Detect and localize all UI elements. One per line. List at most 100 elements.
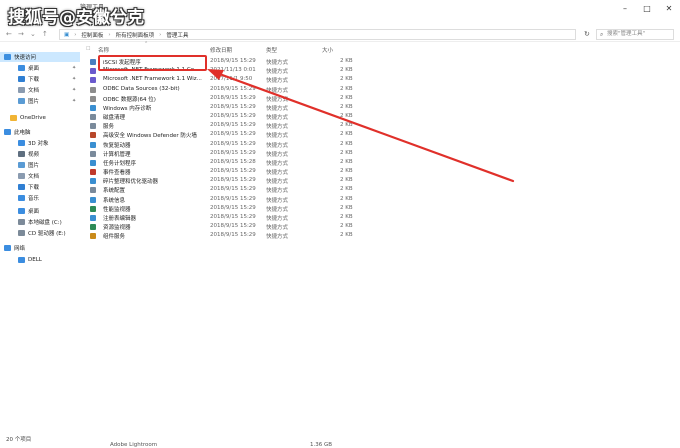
sidebar-item[interactable]: 音乐 [0, 193, 39, 203]
sidebar-item[interactable]: 图片 ✦ [0, 96, 76, 106]
back-arrow-icon[interactable]: ← [6, 30, 12, 38]
table-row[interactable]: Microsoft .NET Framework 1.1 Wiz... 2017/… [84, 76, 354, 84]
table-row[interactable]: 事件查看器 2018/9/15 15:29 快捷方式 2 KB [84, 168, 354, 176]
sidebar-item[interactable]: 文档 [0, 171, 39, 181]
sidebar-item[interactable]: DELL [0, 255, 42, 265]
file-name: 高级安全 Windows Defender 防火墙 [103, 133, 197, 140]
file-size: 2 KB [340, 168, 353, 175]
minimize-button[interactable]: – [614, 0, 636, 16]
sidebar-item[interactable]: 视频 [0, 149, 39, 159]
sidebar-item[interactable]: OneDrive [0, 113, 46, 123]
file-date: 2018/9/15 15:29 [210, 94, 256, 101]
table-row[interactable]: 高级安全 Windows Defender 防火墙 2018/9/15 15:29… [84, 131, 354, 139]
file-date: 2018/9/15 15:29 [210, 186, 256, 193]
file-size: 2 KB [340, 103, 353, 110]
sidebar-item[interactable]: 快速访问 [0, 52, 80, 62]
sidebar-item[interactable]: 文档 ✦ [0, 85, 76, 95]
file-type: 快捷方式 [266, 78, 289, 85]
file-size: 2 KB [340, 177, 353, 184]
pin-icon[interactable]: ✦ [72, 76, 76, 82]
shortcut-icon [90, 214, 96, 221]
table-row[interactable]: 性能监视器 2018/9/15 15:29 快捷方式 2 KB [84, 205, 354, 213]
file-type: 快捷方式 [266, 142, 289, 149]
recent-chevron-icon[interactable]: ⌄ [30, 30, 36, 38]
close-button[interactable]: ✕ [658, 0, 680, 16]
table-row[interactable]: 注册表编辑器 2018/9/15 15:29 快捷方式 2 KB [84, 214, 354, 222]
search-icon: ⌕ [600, 31, 604, 38]
sidebar-item[interactable]: 桌面 ✦ [0, 63, 76, 73]
sidebar-item-label: 桌面 [28, 209, 40, 215]
table-row[interactable]: 恢复驱动器 2018/9/15 15:29 快捷方式 2 KB [84, 141, 354, 149]
pin-icon[interactable]: ✦ [72, 98, 76, 104]
file-date: 2018/9/15 15:28 [210, 158, 256, 165]
table-row[interactable]: 组件服务 2018/9/15 15:29 快捷方式 2 KB [84, 232, 354, 240]
file-size: 2 KB [340, 186, 353, 193]
breadcrumb[interactable]: ▣ › 控制面板 › 所有控制面板项 › 管理工具 [59, 29, 576, 40]
file-date: 2018/9/15 15:29 [210, 85, 256, 92]
sidebar-item[interactable]: 下载 ✦ [0, 74, 76, 84]
file-name: 系统配置 [103, 188, 126, 195]
file-size: 2 KB [340, 94, 353, 101]
pin-icon[interactable]: ✦ [72, 65, 76, 71]
sidebar-item-label: 视频 [28, 152, 40, 158]
sidebar-item[interactable]: 网络 [0, 243, 25, 253]
file-size: 2 KB [340, 213, 353, 220]
table-row[interactable]: ODBC Data Sources (32-bit) 2018/9/15 15:2… [84, 86, 354, 94]
window-controls: – □ ✕ [614, 0, 680, 16]
sidebar-item-label: 下载 [28, 185, 40, 191]
table-row[interactable]: Windows 内存诊断 2018/9/15 15:29 快捷方式 2 KB [84, 104, 354, 112]
download-icon [18, 76, 25, 82]
table-row[interactable]: 任务计划程序 2018/9/15 15:28 快捷方式 2 KB [84, 159, 354, 167]
sidebar-item[interactable]: 3D 对象 [0, 138, 48, 148]
table-row[interactable]: 计算机管理 2018/9/15 15:29 快捷方式 2 KB [84, 150, 354, 158]
pin-icon[interactable]: ✦ [72, 87, 76, 93]
sidebar-item[interactable]: 下载 [0, 182, 39, 192]
sidebar-item[interactable]: 此电脑 [0, 127, 31, 137]
picture-icon [18, 162, 25, 168]
forward-arrow-icon[interactable]: → [18, 30, 24, 38]
file-size: 2 KB [340, 113, 353, 120]
file-size: 2 KB [340, 195, 353, 202]
refresh-icon[interactable]: ↻ [584, 30, 590, 38]
file-name: 任务计划程序 [103, 160, 137, 167]
search-input[interactable]: ⌕ 搜索"管理工具" [596, 29, 674, 40]
table-row[interactable]: 磁盘清理 2018/9/15 15:29 快捷方式 2 KB [84, 113, 354, 121]
cloud-icon [10, 115, 17, 121]
shortcut-icon [90, 178, 96, 185]
column-size[interactable]: 大小 [322, 46, 333, 54]
shortcut-icon [90, 77, 96, 84]
sidebar-item[interactable]: 本地磁盘 (C:) [0, 217, 62, 227]
column-name[interactable]: 名称 [98, 46, 109, 54]
select-all-checkbox[interactable]: ☐ [86, 46, 90, 52]
file-date: 2018/9/15 15:29 [210, 58, 256, 64]
file-date: 2018/9/15 15:29 [210, 213, 256, 220]
table-row[interactable]: ODBC 数据源(64 位) 2018/9/15 15:29 快捷方式 2 KB [84, 95, 354, 103]
file-type: 快捷方式 [266, 96, 289, 103]
file-type: 快捷方式 [266, 133, 289, 140]
breadcrumb-item[interactable]: 控制面板 [81, 31, 103, 39]
sidebar-item[interactable]: 桌面 [0, 206, 39, 216]
table-row[interactable]: 系统信息 2018/9/15 15:29 快捷方式 2 KB [84, 196, 354, 204]
table-row[interactable]: 碎片整理和优化驱动器 2018/9/15 15:29 快捷方式 2 KB [84, 177, 354, 185]
file-date: 2018/9/15 15:29 [210, 223, 256, 230]
column-date[interactable]: 修改日期 [210, 46, 232, 54]
file-size: 2 KB [340, 85, 353, 92]
table-row[interactable]: 资源监视器 2018/9/15 15:29 快捷方式 2 KB [84, 223, 354, 231]
file-size: 2 KB [340, 223, 353, 230]
maximize-button[interactable]: □ [636, 0, 658, 16]
breadcrumb-item[interactable]: 所有控制面板项 [116, 31, 155, 39]
file-name: 资源监视器 [103, 225, 131, 232]
shortcut-icon [90, 150, 96, 157]
sidebar-item[interactable]: CD 驱动器 (E:) [0, 228, 66, 238]
table-row[interactable]: 系统配置 2018/9/15 15:29 快捷方式 2 KB [84, 186, 354, 194]
column-type[interactable]: 类型 [266, 46, 277, 54]
up-arrow-icon[interactable]: ↑ [42, 30, 48, 38]
sidebar-item-label: DELL [28, 257, 42, 263]
breadcrumb-item[interactable]: 管理工具 [166, 31, 188, 39]
file-name: 组件服务 [103, 234, 126, 241]
table-row[interactable]: 服务 2018/9/15 15:29 快捷方式 2 KB [84, 122, 354, 130]
file-type: 快捷方式 [266, 170, 289, 177]
file-date: 2018/9/15 15:29 [210, 103, 256, 110]
sidebar-item-label: 音乐 [28, 196, 40, 202]
sidebar-item[interactable]: 图片 [0, 160, 39, 170]
